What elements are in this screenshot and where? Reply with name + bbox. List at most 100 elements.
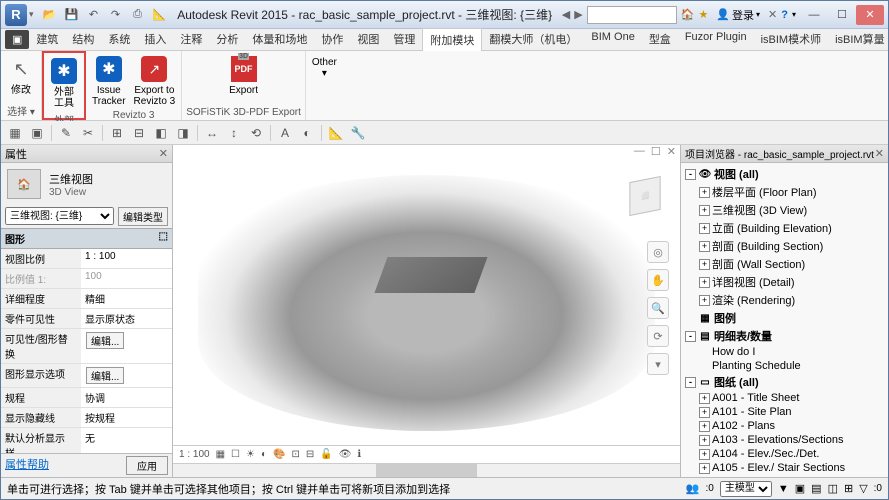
type-selector[interactable]: 三维视图: {三维} [5, 207, 114, 225]
tree-toggle-icon[interactable]: + [699, 393, 710, 404]
other-button[interactable]: Other ▾ [310, 53, 339, 81]
tree-toggle-icon[interactable]: + [699, 407, 710, 418]
qat-save-icon[interactable]: 💾 [64, 7, 80, 23]
qat-open-icon[interactable]: 📂 [42, 7, 58, 23]
tab-13[interactable]: 型盒 [642, 28, 678, 52]
unlock-icon[interactable]: 🔓 [320, 449, 332, 460]
maximize-button[interactable]: ☐ [828, 5, 856, 25]
tree-item[interactable]: +A104 - Elev./Sec./Det. [683, 447, 886, 461]
tree-item[interactable]: +楼层平面 (Floor Plan) [683, 183, 886, 201]
tree-item[interactable]: +详图视图 (Detail) [683, 273, 886, 291]
tree-item[interactable]: How do I [683, 345, 886, 359]
sb-icon-1[interactable]: 👥 [686, 482, 700, 495]
tb-btn-3[interactable]: ✎ [56, 123, 76, 143]
tb-btn-7[interactable]: ◧ [151, 123, 171, 143]
tab-14[interactable]: Fuzor Plugin [678, 28, 754, 52]
export-revizto-button[interactable]: ↗ Export to Revizto 3 [132, 53, 178, 109]
tb-btn-8[interactable]: ◨ [173, 123, 193, 143]
app-menu-button[interactable]: ▣ [5, 30, 29, 49]
login-button[interactable]: 👤 登录 ▾ [712, 7, 764, 23]
qat-redo-icon[interactable]: ↷ [108, 7, 124, 23]
tree-toggle-icon[interactable]: + [699, 259, 710, 270]
minimize-button[interactable]: — [800, 5, 828, 25]
qat-undo-icon[interactable]: ↶ [86, 7, 102, 23]
tb-btn-6[interactable]: ⊟ [129, 123, 149, 143]
tab-2[interactable]: 系统 [101, 28, 137, 52]
help-icon[interactable]: ? [781, 9, 788, 21]
apply-button[interactable]: 应用 [126, 456, 168, 475]
zoom-icon[interactable]: 🔍 [647, 297, 669, 319]
pdf-export-button[interactable]: PDF Export [227, 53, 260, 98]
tree-toggle-icon[interactable]: + [699, 205, 710, 216]
tree-item[interactable]: +A102 - Plans [683, 419, 886, 433]
project-browser-header[interactable]: 项目浏览器 - rac_basic_sample_project.rvt ✕ [681, 145, 888, 163]
props-row[interactable]: 图形显示选项编辑... [1, 364, 172, 388]
close-icon[interactable]: ✕ [875, 147, 884, 160]
tree-toggle-icon[interactable]: + [699, 463, 710, 474]
tab-3[interactable]: 插入 [137, 28, 173, 52]
tree-item[interactable]: -▭图纸 (all) [683, 373, 886, 391]
props-row[interactable]: 零件可见性显示原状态 [1, 309, 172, 329]
visual-style-icon[interactable]: ☐ [231, 449, 240, 460]
sb-filter-icon[interactable]: ▼ [778, 483, 789, 495]
revit-logo-icon[interactable]: R [5, 4, 27, 26]
tab-6[interactable]: 体量和场地 [245, 28, 314, 52]
props-section[interactable]: 图形⬚ [1, 228, 172, 249]
tab-16[interactable]: isBIM算量 [828, 28, 889, 52]
orbit-icon[interactable]: ⟳ [647, 325, 669, 347]
exchange-icon[interactable]: ✕ [768, 8, 777, 21]
tree-toggle-icon[interactable]: - [685, 331, 696, 342]
shadows-icon[interactable]: ◐ [261, 449, 267, 460]
issue-tracker-button[interactable]: ✱ Issue Tracker [90, 53, 128, 109]
tab-15[interactable]: isBIM模术师 [754, 28, 829, 52]
tb-btn-12[interactable]: A [275, 123, 295, 143]
sb-sel5-icon[interactable]: ▽ [859, 482, 867, 495]
qat-print-icon[interactable]: ⎙ [130, 7, 146, 23]
props-row[interactable]: 比例值 1:100 [1, 269, 172, 289]
tb-btn-5[interactable]: ⊞ [107, 123, 127, 143]
tree-item[interactable]: +剖面 (Wall Section) [683, 255, 886, 273]
tree-item[interactable]: ▦图例 [683, 309, 886, 327]
tree-item[interactable]: -👁视图 (all) [683, 165, 886, 183]
tab-4[interactable]: 注释 [173, 28, 209, 52]
tree-toggle-icon[interactable]: + [699, 223, 710, 234]
tree-item[interactable]: -▤明细表/数量 [683, 327, 886, 345]
scale-control[interactable]: 1 : 100 [179, 449, 210, 460]
tb-btn-4[interactable]: ✂ [78, 123, 98, 143]
infocenter-icon[interactable]: 🏠 [681, 8, 695, 21]
tree-item[interactable]: +剖面 (Building Section) [683, 237, 886, 255]
tb-btn-1[interactable]: ▦ [5, 123, 25, 143]
steering-wheel-icon[interactable]: ◎ [647, 241, 669, 263]
reveal-icon[interactable]: ℹ [357, 449, 361, 460]
viewcube[interactable]: ⬜ [620, 171, 670, 221]
tb-btn-11[interactable]: ⟲ [246, 123, 266, 143]
close-icon[interactable]: ✕ [159, 147, 168, 160]
qat-measure-icon[interactable]: 📐 [152, 7, 168, 23]
properties-panel-header[interactable]: 属性 ✕ [1, 145, 172, 163]
tb-btn-15[interactable]: 🔧 [348, 123, 368, 143]
props-row[interactable]: 可见性/图形替换编辑... [1, 329, 172, 364]
tree-toggle-icon[interactable]: + [699, 187, 710, 198]
sb-sel4-icon[interactable]: ⊞ [844, 482, 853, 495]
edit-type-button[interactable]: 编辑类型 [118, 207, 168, 226]
favorite-icon[interactable]: ★ [698, 8, 708, 21]
properties-help-link[interactable]: 属性帮助 [5, 456, 49, 475]
crop-visible-icon[interactable]: ⊟ [306, 449, 314, 460]
tree-toggle-icon[interactable]: + [699, 295, 710, 306]
tab-1[interactable]: 结构 [65, 28, 101, 52]
props-row[interactable]: 显示隐藏线按规程 [1, 408, 172, 428]
hide-icon[interactable]: 👁 [339, 449, 352, 460]
sun-path-icon[interactable]: ☀ [246, 449, 255, 460]
tb-btn-10[interactable]: ↕ [224, 123, 244, 143]
tab-11[interactable]: 翻模大师（机电） [482, 28, 584, 52]
nav-fwd-icon[interactable]: ▶ [574, 8, 582, 21]
tree-item[interactable]: +三维视图 (3D View) [683, 201, 886, 219]
modify-button[interactable]: ↖ 修改 [5, 53, 37, 98]
close-button[interactable]: ✕ [856, 5, 884, 25]
tree-toggle-icon[interactable]: - [685, 169, 696, 180]
crop-icon[interactable]: ⊡ [291, 449, 299, 460]
vp-min-icon[interactable]: — [634, 145, 645, 161]
tb-btn-2[interactable]: ▣ [27, 123, 47, 143]
tree-item[interactable]: +A103 - Elevations/Sections [683, 433, 886, 447]
pan-icon[interactable]: ✋ [647, 269, 669, 291]
